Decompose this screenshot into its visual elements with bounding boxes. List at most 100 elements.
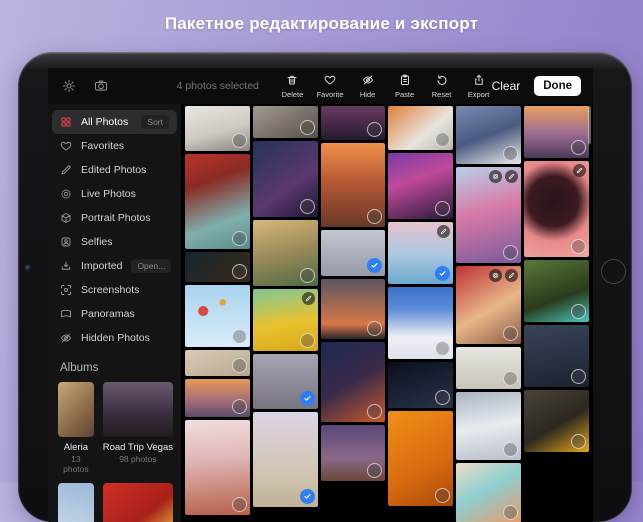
selection-checkmark[interactable] (367, 258, 383, 273)
selection-circle[interactable] (231, 497, 247, 512)
selection-circle[interactable] (299, 333, 315, 348)
selection-circle[interactable] (299, 268, 315, 283)
selection-circle[interactable] (503, 245, 519, 260)
photo-white-village[interactable] (185, 350, 250, 376)
selection-checkmark[interactable] (435, 266, 451, 281)
selection-circle[interactable] (231, 358, 247, 373)
selection-circle[interactable] (367, 463, 383, 478)
selection-circle[interactable] (231, 264, 247, 279)
album-aleria[interactable]: Aleria 13 photos (58, 382, 94, 474)
selection-circle[interactable] (435, 201, 451, 216)
photo-straw-hat-portrait[interactable] (252, 220, 318, 286)
photo-coastal-sunset[interactable] (320, 279, 386, 339)
selection-circle[interactable] (503, 371, 519, 386)
sidebar-item-portrait-photos[interactable]: Portrait Photos (52, 206, 177, 230)
photo-graffiti-portrait[interactable] (456, 106, 522, 164)
photo-golden-gate-bridge[interactable] (320, 143, 386, 227)
album-thumbnail[interactable] (58, 483, 94, 522)
hide-button[interactable]: Hide (355, 74, 381, 99)
selection-circle[interactable] (367, 321, 383, 336)
selection-circle[interactable] (435, 488, 451, 503)
photo-orange-macro[interactable] (388, 411, 454, 506)
photo-holi-paint-portrait[interactable] (456, 167, 522, 263)
selection-circle[interactable] (503, 146, 519, 161)
camera-icon[interactable] (94, 79, 108, 93)
selection-circle[interactable] (570, 239, 586, 254)
photo-snow-slope[interactable] (456, 392, 522, 460)
photo-milkyway-dune[interactable] (320, 425, 386, 481)
home-button[interactable] (601, 259, 626, 284)
photo-violet-ridges[interactable] (524, 106, 589, 158)
selection-circle[interactable] (367, 122, 383, 137)
sort-chip[interactable]: Sort (141, 115, 169, 129)
sidebar-item-edited-photos[interactable]: Edited Photos (52, 158, 177, 182)
paste-button[interactable]: Paste (392, 74, 418, 99)
sidebar-item-imported[interactable]: Imported Open... (52, 254, 177, 278)
photo-river-at-dusk[interactable] (524, 325, 589, 387)
selection-circle[interactable] (435, 390, 451, 405)
selection-circle[interactable] (503, 505, 519, 520)
selection-circle[interactable] (367, 209, 383, 224)
selection-circle[interactable] (231, 231, 247, 246)
selection-circle[interactable] (570, 304, 586, 319)
photo-white-building-person[interactable] (185, 106, 250, 151)
photo-night-street[interactable] (185, 252, 250, 282)
sidebar-item-all-photos[interactable]: All Photos Sort (52, 110, 177, 134)
selection-circle[interactable] (435, 132, 451, 147)
open-chip[interactable]: Open... (131, 259, 172, 273)
photo-pale-beach[interactable] (252, 412, 318, 507)
photo-spiral-architecture[interactable] (456, 347, 522, 389)
photo-crystal-night-city[interactable] (252, 141, 318, 217)
album-thumbnail[interactable] (102, 483, 173, 522)
photo-misty-valley[interactable] (252, 354, 318, 409)
done-button[interactable]: Done (534, 76, 581, 96)
photo-blue-dome-church[interactable] (388, 287, 454, 359)
photo-eiffel-tower[interactable] (320, 230, 386, 276)
sidebar-item-selfies[interactable]: Selfies (52, 230, 177, 254)
photo-hot-air-balloons[interactable] (185, 285, 250, 347)
selection-circle[interactable] (570, 434, 586, 449)
photo-pagoda-blossoms[interactable] (185, 420, 250, 515)
gear-icon[interactable] (62, 79, 76, 93)
export-button[interactable]: Export (466, 74, 492, 99)
photo-man-glasses[interactable] (252, 106, 318, 138)
sidebar-item-favorites[interactable]: Favorites (52, 134, 177, 158)
photo-sunset-ridge[interactable] (185, 379, 250, 417)
album-road-trip-vegas[interactable]: Road Trip Vegas 98 photos (102, 382, 173, 474)
photo-neon-portrait[interactable] (388, 153, 454, 219)
photo-skater-mural[interactable] (388, 106, 454, 150)
photo-night-aerial-city[interactable] (320, 342, 386, 422)
photo-ocean-sunset[interactable] (388, 222, 454, 284)
photo-green-bird[interactable] (524, 260, 589, 322)
photo-flamingo[interactable] (524, 161, 589, 257)
selection-circle[interactable] (299, 120, 315, 135)
photo-pastel-bubbles-macro[interactable] (456, 463, 522, 522)
selection-circle[interactable] (503, 326, 519, 341)
selection-circle[interactable] (231, 329, 247, 344)
selection-circle[interactable] (570, 140, 586, 155)
sidebar-item-panoramas[interactable]: Panoramas (52, 302, 177, 326)
sidebar-item-live-photos[interactable]: Live Photos (52, 182, 177, 206)
favorite-button[interactable]: Favorite (316, 74, 344, 99)
photo-yellow-tulips[interactable] (252, 289, 318, 351)
reset-button[interactable]: Reset (429, 74, 455, 99)
photo-smiling-boy[interactable] (456, 266, 522, 344)
selection-circle[interactable] (503, 442, 519, 457)
selection-circle[interactable] (299, 199, 315, 214)
selection-circle[interactable] (231, 133, 247, 148)
scrollbar[interactable] (588, 106, 591, 144)
photo-earth-at-night[interactable] (388, 362, 454, 408)
clear-button[interactable]: Clear (492, 79, 521, 93)
selection-circle[interactable] (231, 399, 247, 414)
delete-button[interactable]: Delete (279, 74, 305, 99)
sidebar-item-screenshots[interactable]: Screenshots (52, 278, 177, 302)
photo-woman-red-beanie[interactable] (185, 154, 250, 249)
photo-dusk-clouds-city[interactable] (320, 106, 386, 140)
selection-checkmark[interactable] (299, 489, 315, 504)
photo-hummingbird-flower[interactable] (524, 390, 589, 452)
selection-checkmark[interactable] (299, 391, 315, 406)
selection-circle[interactable] (435, 341, 451, 356)
sidebar-item-hidden-photos[interactable]: Hidden Photos (52, 326, 177, 350)
selection-circle[interactable] (570, 369, 586, 384)
selection-circle[interactable] (367, 404, 383, 419)
